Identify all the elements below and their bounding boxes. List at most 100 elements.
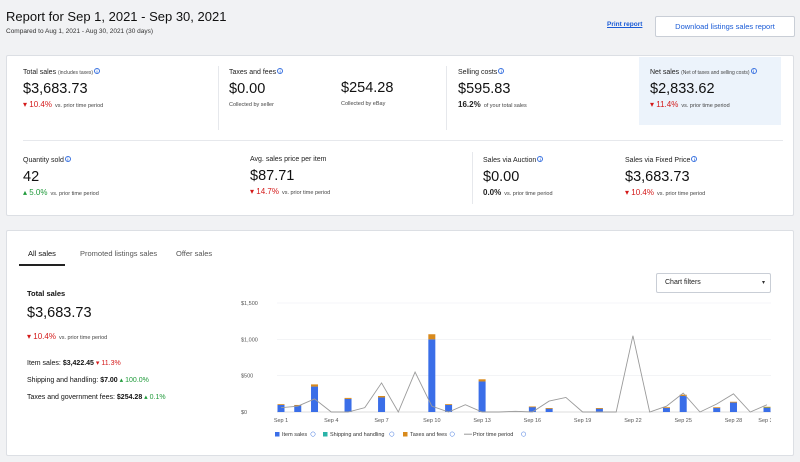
chart-filters-dropdown[interactable]: Chart filters ▾ [656,273,771,293]
info-icon[interactable]: i [750,68,757,74]
y-tick-label: $0 [241,410,247,416]
metric-taxes-ebay: $254.28 Collected by eBay [341,68,393,107]
metric-percent-note: of your total sales [483,103,527,109]
bar-taxes [311,384,319,387]
x-tick-label: Sep 16 [524,418,541,424]
line-prior-period [280,335,768,414]
info-icon [521,431,527,437]
total-sales-comparison: vs. prior time period [58,335,108,341]
x-tick-label: Sep 22 [624,418,641,424]
info-icon[interactable]: i [94,68,101,74]
sales-chart: $0 $500 $1,000 $1,500 Sep 1 Sep 4 Sep 7 Sep 10 S… [241,301,771,438]
down-arrow-icon: ▾ [650,100,655,109]
bar-item-sales [713,407,721,412]
metric-change: 0.0% [483,188,502,197]
legend-label: Item sales [282,432,307,438]
breakdown-taxes: Taxes and government fees: $254.28 ▴ 0.1… [27,393,166,401]
info-icon[interactable]: i [498,68,505,74]
report-header: Report for Sep 1, 2021 - Sep 30, 2021 Co… [0,0,800,44]
tab-promoted-listings-sales[interactable]: Promoted listings sales [80,249,157,258]
metric-comparison: vs. prior time period [504,191,553,197]
divider [446,66,447,130]
metric-percent: 16.2% [458,100,481,109]
info-icon[interactable]: i [64,156,71,162]
metric-label: Taxes and fees [229,69,277,76]
bar-item-sales [595,408,603,412]
bar-item-sales [478,381,486,412]
metric-avg-price: Avg. sales price per item $87.71 ▾ 14.7%… [250,156,330,196]
metric-value: $87.71 [250,168,295,184]
bar-taxes [378,396,386,398]
summary-card: Total sales (includes taxes) i $3,683.73 … [6,55,794,216]
info-icon [310,431,316,437]
metric-label: Quantity sold [23,157,64,164]
info-icon[interactable]: i [277,68,284,74]
metric-change: 10.4% [631,188,654,197]
x-tick-label: Sep 10 [423,418,440,424]
bar-taxes [729,401,737,403]
down-arrow-icon: ▾ [23,100,28,109]
tab-all-sales[interactable]: All sales [28,249,56,258]
info-icon[interactable]: i [691,156,698,162]
breakdown-value: $254.28 [116,394,143,401]
info-icon [449,431,455,437]
metric-comparison: vs. prior time period [54,103,104,109]
metric-note-ebay: Collected by eBay [341,101,386,107]
info-icon[interactable]: i [537,156,544,162]
metric-label: Sales via Auction [483,157,537,164]
bar-item-sales [528,406,536,412]
chart-filters-label: Chart filters [665,279,701,286]
legend-label: Taxes and fees [410,432,447,438]
breakdown-change: 11.3% [101,360,121,367]
total-sales-label: Total sales [27,289,66,298]
tab-offer-sales[interactable]: Offer sales [176,249,212,258]
legend-label: Shipping and handling [330,432,384,438]
metric-auction: Sales via Auction i $0.00 0.0% vs. prior t… [483,156,553,197]
metric-taxes-fees: Taxes and fees i $0.00 Collected by selle… [229,68,284,108]
total-sales-change-row: ▾ 10.4% vs. prior time period [27,332,107,341]
breakdown-item-sales: Item sales: $3,422.45 ▾ 11.3% [27,359,121,367]
bar-item-sales [378,397,386,412]
metric-change: 10.4% [29,100,52,109]
bar-taxes [713,407,721,409]
metric-quantity-sold: Quantity sold i 42 ▴ 5.0% vs. prior time p… [23,156,99,197]
breakdown-value: $3,422.45 [62,360,94,367]
metric-comparison: vs. prior time period [681,103,730,109]
up-arrow-icon: ▴ [119,377,124,384]
metric-label: Selling costs [458,69,498,76]
info-icon [389,431,395,437]
comparison-subtitle: Compared to Aug 1, 2021 - Aug 30, 2021 (… [6,28,154,35]
legend-label: Prior time period [473,432,513,438]
down-arrow-icon: ▾ [250,187,255,196]
metric-label: Sales via Fixed Price [625,157,691,164]
total-sales-change: 10.4% [33,332,56,341]
download-report-button[interactable]: Download listings sales report [655,16,795,37]
metric-label: Net sales [650,69,680,76]
bar-taxes [445,404,453,405]
bar-item-sales [763,407,771,412]
x-tick-label: Sep 4 [324,418,338,424]
metric-total-sales: Total sales (includes taxes) i $3,683.73 … [23,68,103,109]
metric-sublabel: (Net of taxes and selling costs) [681,70,750,76]
x-tick-label: Sep 19 [574,418,591,424]
x-tick-label: Sep 30 [758,418,771,424]
divider [472,152,473,204]
breakdown-value: $7.00 [100,377,118,384]
metric-value: $0.00 [483,169,520,185]
metric-value-seller: $0.00 [229,81,266,97]
metric-change: 5.0% [29,188,48,197]
metric-label: Total sales [23,69,57,76]
breakdown-change: 100.0% [125,377,149,384]
x-tick-label: Sep 28 [725,418,742,424]
print-report-link[interactable]: Print report [607,21,642,28]
legend-swatch [403,432,408,437]
metric-value: $595.83 [458,81,511,97]
bar-taxes [428,334,436,340]
legend-swatch [275,432,280,437]
up-arrow-icon: ▴ [23,188,28,197]
x-tick-label: Sep 1 [274,418,288,424]
down-arrow-icon: ▾ [27,332,32,341]
x-tick-label: Sep 25 [674,418,691,424]
metric-note-seller: Collected by seller [229,102,274,108]
x-tick-label: Sep 13 [473,418,490,424]
